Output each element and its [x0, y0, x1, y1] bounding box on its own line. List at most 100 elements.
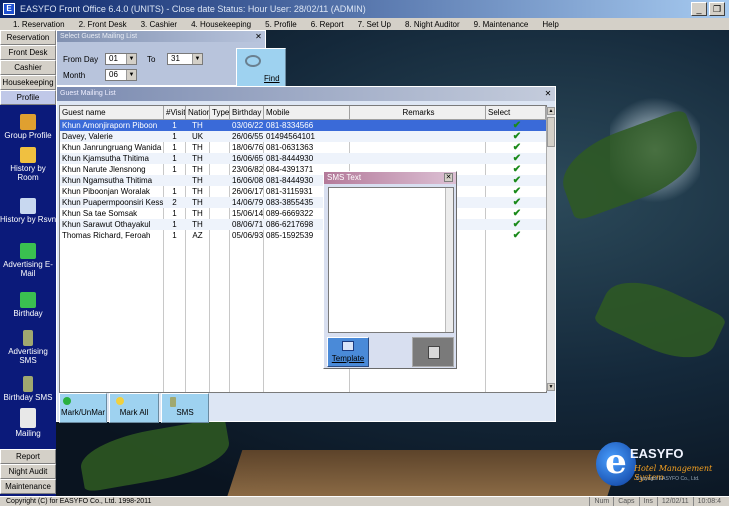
chevron-down-icon[interactable]: ▼ [126, 70, 136, 80]
cell-type [210, 175, 229, 186]
menu-housekeeping[interactable]: 4. Housekeeping [184, 20, 258, 29]
nav-advertising-sms[interactable]: Advertising SMS [0, 330, 56, 365]
col-visit[interactable]: #Visit [164, 106, 186, 120]
minimize-button[interactable]: _ [691, 2, 707, 16]
menu-night-auditor[interactable]: 8. Night Auditor [398, 20, 467, 29]
status-caps: Caps [613, 497, 638, 506]
status-date: 12/02/11 [656, 497, 693, 506]
month-select[interactable]: 06 ▼ [105, 69, 137, 81]
easyfo-logo: e EASYFO Hotel Management System Copyrig… [590, 440, 729, 492]
select-checkmark-icon[interactable]: ✔ [486, 120, 546, 131]
table-row[interactable]: Khun Narute Jlensnong 1 TH 23/06/82 084-4391… [60, 164, 546, 175]
nav-profile[interactable]: Profile [0, 90, 56, 105]
sms-button[interactable]: SMS [161, 393, 209, 423]
nav-maintenance[interactable]: Maintenance [0, 479, 56, 494]
table-row[interactable]: Khun Kjamsutha Thitima 1 TH 16/06/65 081-844… [60, 153, 546, 164]
mark-all-button[interactable]: Mark All [109, 393, 159, 423]
select-checkmark-icon[interactable]: ✔ [486, 164, 546, 175]
menu-maintenance[interactable]: 9. Maintenance [467, 20, 536, 29]
month-value: 06 [109, 70, 118, 79]
col-guest-name[interactable]: Guest name [60, 106, 164, 120]
template-button[interactable]: Template [327, 337, 369, 367]
cell-birthday: 14/06/79 [232, 198, 263, 207]
table-row[interactable]: Khun Sa tae Somsak 1 TH 15/06/14 089-6669322… [60, 208, 546, 219]
chevron-down-icon[interactable]: ▼ [126, 54, 136, 64]
col-type[interactable]: Type [210, 106, 230, 120]
table-row[interactable]: Khun Sarawut Othayakul 1 TH 08/06/71 086-621… [60, 219, 546, 230]
col-select[interactable]: Select [486, 106, 546, 120]
chevron-down-icon[interactable]: ▼ [192, 54, 202, 64]
nav-birthday[interactable]: Birthday [0, 292, 56, 318]
table-row[interactable]: Khun Ngamsutha Thitima TH 16/06/08 081-8444… [60, 175, 546, 186]
nav-night-audit[interactable]: Night Audit [0, 464, 56, 479]
menu-cashier[interactable]: 3. Cashier [134, 20, 184, 29]
menu-profile[interactable]: 5. Profile [258, 20, 304, 29]
save-button[interactable] [412, 337, 454, 367]
nav-report[interactable]: Report [0, 449, 56, 464]
table-row[interactable]: Thomas Richard, Feroah 1 AZ 05/06/93 085-159… [60, 230, 546, 241]
to-day-select[interactable]: 31 ▼ [167, 53, 203, 65]
window-title: EASYFO Front Office 6.4.0 (UNITS) - Clos… [20, 4, 366, 14]
select-checkmark-icon[interactable]: ✔ [486, 208, 546, 219]
nav-history-room[interactable]: History by Room [0, 147, 56, 182]
find-button[interactable]: Find [236, 48, 286, 88]
scroll-down-icon[interactable]: ▼ [547, 383, 555, 391]
from-day-label: From Day [63, 55, 99, 64]
select-checkmark-icon[interactable]: ✔ [486, 153, 546, 164]
cell-nation: TH [192, 143, 203, 152]
vertical-scrollbar[interactable]: ▲ ▼ [546, 107, 555, 391]
nav-birthday-sms[interactable]: Birthday SMS [0, 376, 56, 402]
table-row[interactable]: Khun Puapermpoonsiri Kessuda2TH14/06/790… [60, 197, 546, 208]
nav-history-rsvn-label: History by Rsvn [0, 215, 57, 224]
nav-housekeeping[interactable]: Housekeeping [0, 75, 56, 90]
cell-nation: TH [192, 165, 203, 174]
cell-type [210, 164, 229, 175]
cell-type [210, 230, 229, 241]
cell-visit: 1 [172, 121, 177, 130]
nav-cashier[interactable]: Cashier [0, 60, 56, 75]
nav-mailing[interactable]: Mailing [0, 408, 56, 438]
nav-advertising-email[interactable]: Advertising E-Mail [0, 243, 56, 278]
nav-history-rsvn[interactable]: History by Rsvn [0, 198, 56, 224]
select-checkmark-icon[interactable]: ✔ [486, 131, 546, 142]
close-icon[interactable]: ✕ [543, 89, 553, 99]
sms-text-area[interactable] [328, 187, 454, 333]
mark-unmark-button[interactable]: Mark/UnMar [59, 393, 107, 423]
scroll-up-icon[interactable]: ▲ [547, 107, 555, 115]
col-remarks[interactable]: Remarks [350, 106, 486, 120]
menu-help[interactable]: Help [535, 20, 565, 29]
template-icon [342, 341, 354, 351]
select-checkmark-icon[interactable]: ✔ [486, 142, 546, 153]
cell-visit: 2 [172, 198, 177, 207]
select-checkmark-icon[interactable]: ✔ [486, 186, 546, 197]
table-row[interactable]: Khun Janrungruang Wanida 1 TH 18/06/76 081-0… [60, 142, 546, 153]
col-mobile[interactable]: Mobile [264, 106, 350, 120]
menu-setup[interactable]: 7. Set Up [351, 20, 398, 29]
close-icon[interactable]: ✕ [444, 173, 453, 182]
menu-front-desk[interactable]: 2. Front Desk [72, 20, 134, 29]
col-nation[interactable]: Nation [186, 106, 210, 120]
cell-nation: TH [192, 187, 203, 196]
table-row[interactable]: Davey, Valerie 1 UK 26/06/55 01494564101 ✔ [60, 131, 546, 142]
restore-button[interactable]: ❐ [709, 2, 725, 16]
select-checkmark-icon[interactable]: ✔ [486, 175, 546, 186]
col-birthday[interactable]: Birthday [230, 106, 264, 120]
sms-text-scrollbar[interactable] [445, 188, 453, 332]
nav-group-profile[interactable]: Group Profile [0, 114, 56, 140]
cell-type [210, 153, 229, 164]
table-row[interactable]: Khun Amonjiraporn Piboon 1 TH 03/06/22 081-8… [60, 120, 546, 131]
table-row[interactable]: Khun Piboonjan Woralak 1 TH 26/06/17 081-311… [60, 186, 546, 197]
nav-front-desk[interactable]: Front Desk [0, 45, 56, 60]
scroll-thumb[interactable] [547, 117, 555, 147]
select-checkmark-icon[interactable]: ✔ [486, 230, 546, 241]
nav-reservation[interactable]: Reservation [0, 30, 56, 45]
cell-type [210, 197, 229, 208]
from-day-select[interactable]: 01 ▼ [105, 53, 137, 65]
menu-reservation[interactable]: 1. Reservation [6, 20, 72, 29]
select-checkmark-icon[interactable]: ✔ [486, 197, 546, 208]
cell-visit: 1 [172, 209, 177, 218]
select-checkmark-icon[interactable]: ✔ [486, 219, 546, 230]
close-icon[interactable]: ✕ [254, 32, 263, 41]
menu-report[interactable]: 6. Report [304, 20, 351, 29]
find-button-label: Find [264, 74, 280, 83]
